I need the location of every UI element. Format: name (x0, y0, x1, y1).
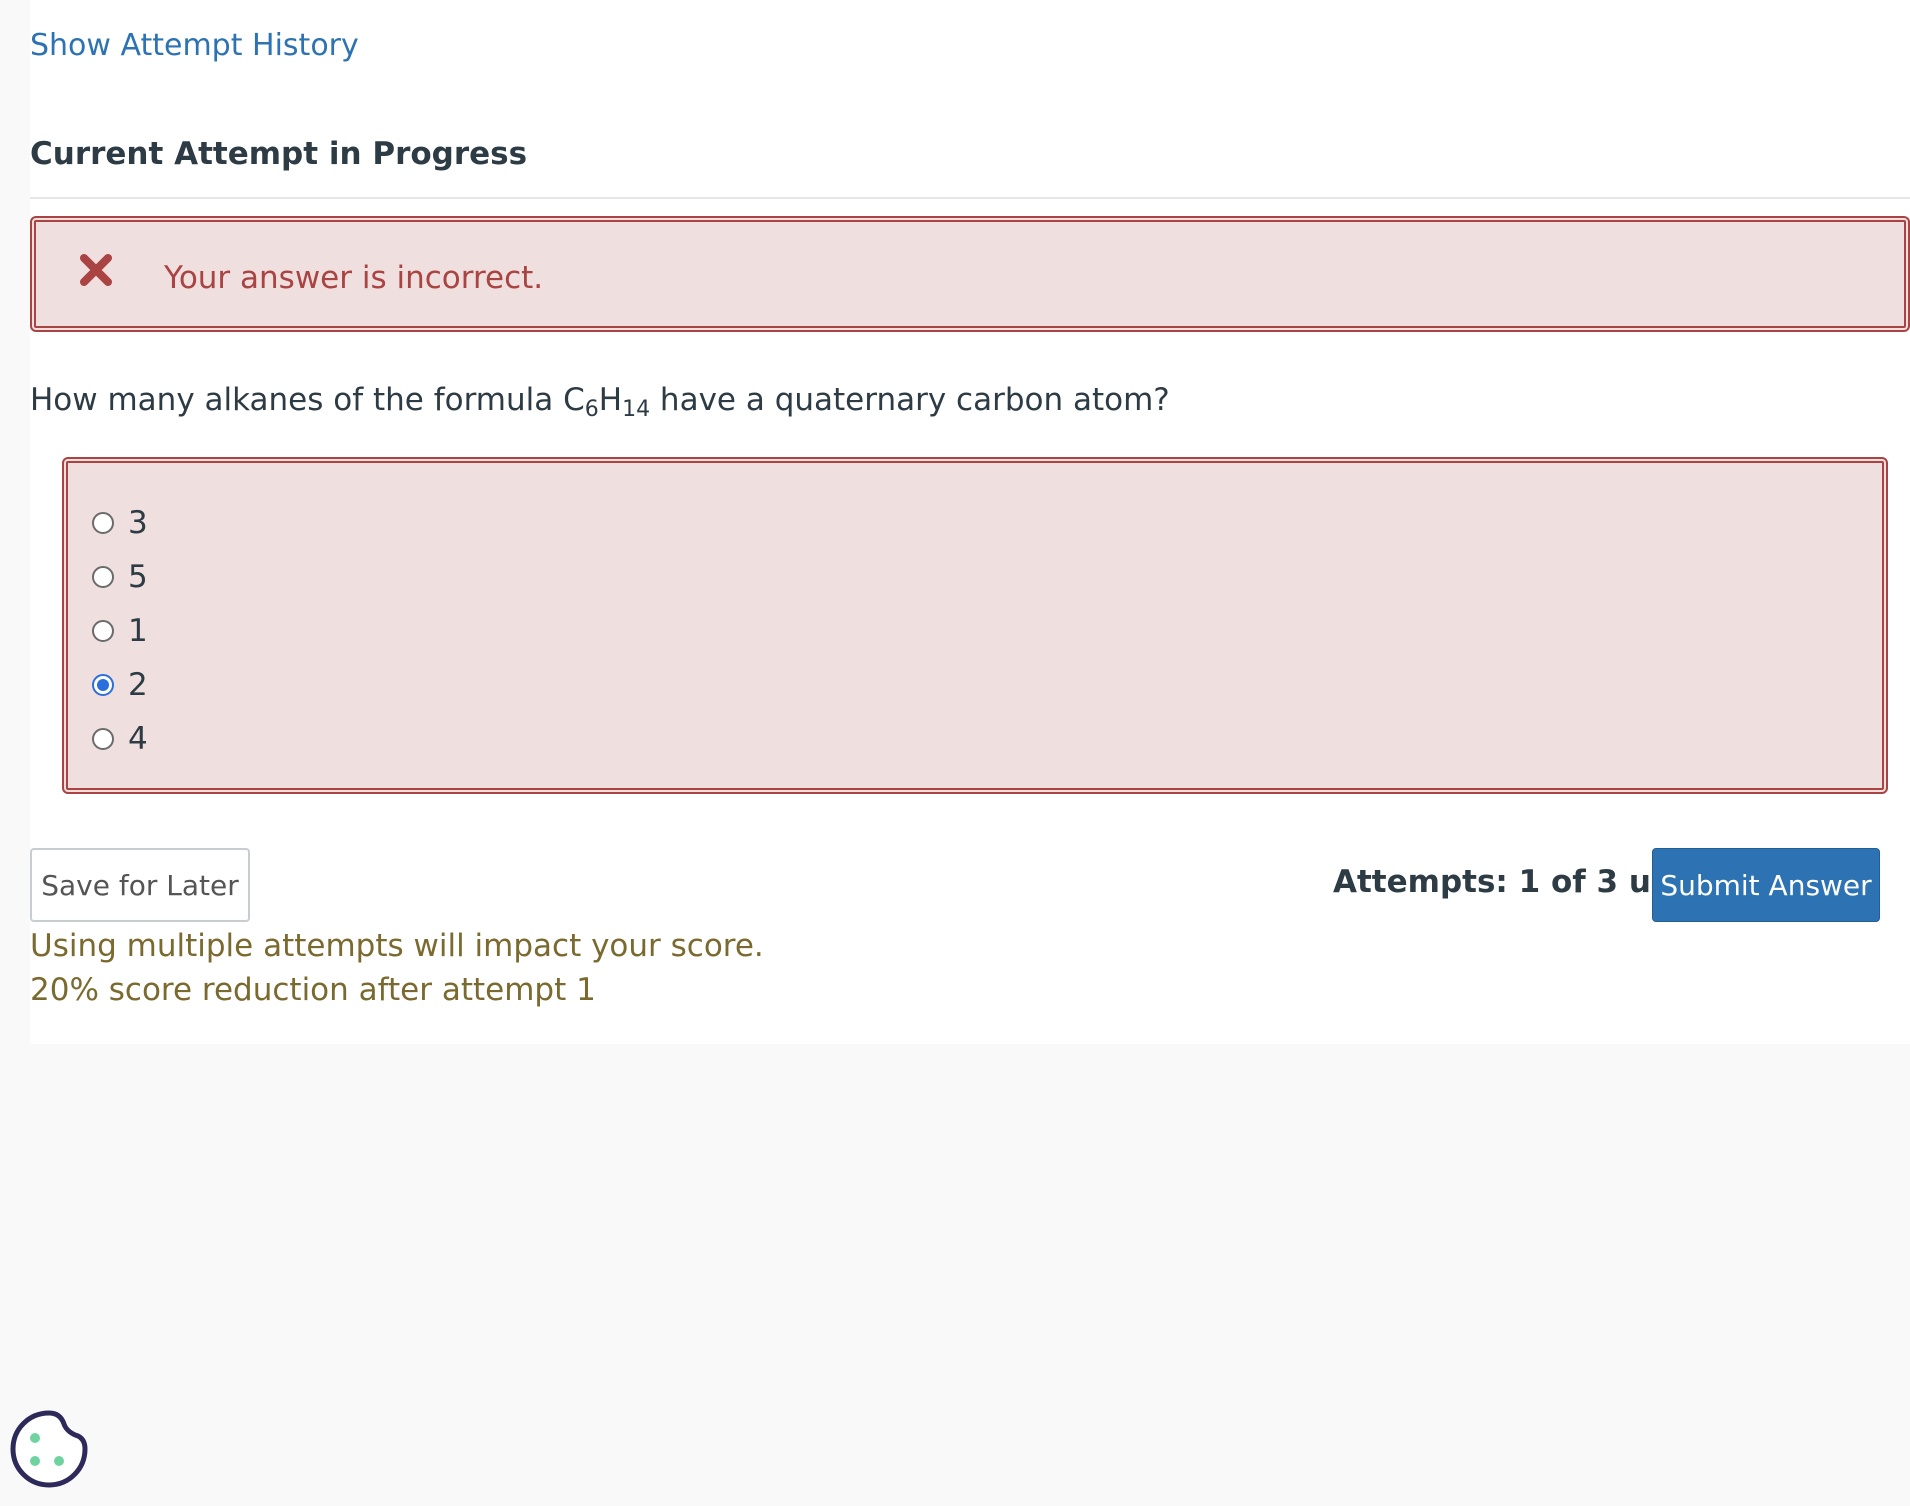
radio-button[interactable] (92, 512, 114, 534)
cookie-icon[interactable] (8, 1408, 90, 1490)
show-attempt-history-link[interactable]: Show Attempt History (30, 28, 359, 63)
option-label: 3 (128, 505, 148, 541)
page: Show Attempt History Current Attempt in … (0, 0, 1910, 1506)
attempts-warning: Using multiple attempts will impact your… (30, 928, 764, 964)
save-for-later-button[interactable]: Save for Later (30, 848, 250, 922)
feedback-message: Your answer is incorrect. (164, 260, 544, 296)
radio-button[interactable] (92, 620, 114, 642)
incorrect-feedback-alert: Your answer is incorrect. (30, 216, 1910, 332)
close-icon (80, 254, 112, 286)
option-1[interactable]: 1 (92, 611, 148, 651)
option-label: 2 (128, 667, 148, 703)
submit-answer-button[interactable]: Submit Answer (1652, 848, 1880, 922)
option-label: 5 (128, 559, 148, 595)
answer-options: 3 5 1 2 4 (62, 457, 1888, 794)
option-label: 4 (128, 721, 148, 757)
question-subscript-carbon: 6 (584, 397, 599, 422)
question-prefix: How many alkanes of the formula C (30, 382, 585, 418)
score-reduction-note: 20% score reduction after attempt 1 (30, 972, 596, 1008)
question-suffix: have a quaternary carbon atom? (650, 382, 1170, 418)
radio-button[interactable] (92, 728, 114, 750)
option-3[interactable]: 3 (92, 503, 148, 543)
radio-button-selected[interactable] (92, 674, 114, 696)
option-2[interactable]: 2 (92, 665, 148, 705)
question-middle: H (598, 382, 623, 418)
question-text: How many alkanes of the formula C6H14 ha… (30, 382, 1170, 422)
option-4[interactable]: 4 (92, 719, 148, 759)
question-subscript-hydrogen: 14 (622, 397, 651, 422)
option-label: 1 (128, 613, 148, 649)
option-5[interactable]: 5 (92, 557, 148, 597)
section-title: Current Attempt in Progress (30, 136, 528, 172)
radio-button[interactable] (92, 566, 114, 588)
divider (30, 197, 1910, 199)
